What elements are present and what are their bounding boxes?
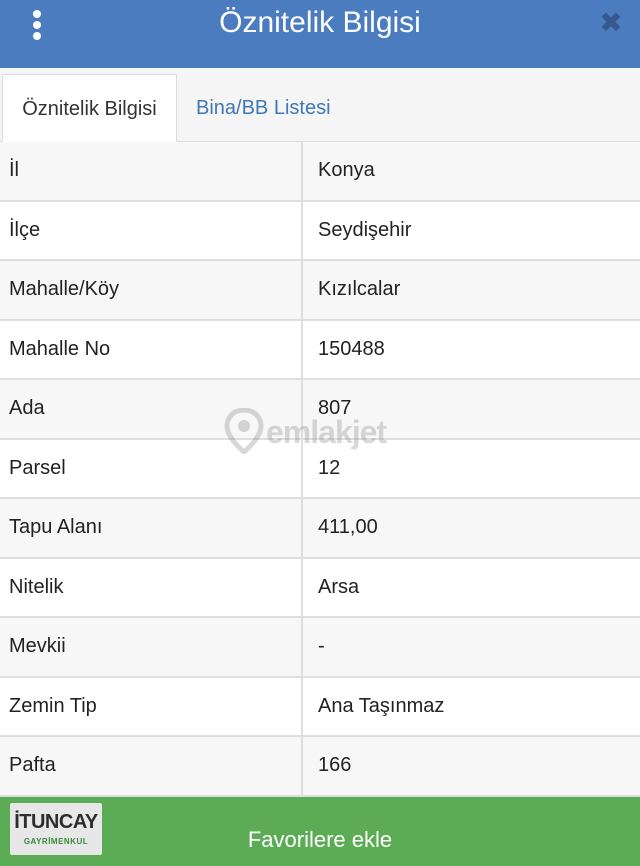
attribute-key: İl	[0, 142, 303, 200]
attribute-key: Ada	[0, 380, 303, 438]
table-row: İlçe Seydişehir	[0, 201, 640, 261]
table-row: Pafta 166	[0, 737, 640, 797]
logo-sub-text: GAYRİMENKUL	[23, 837, 89, 846]
attribute-value: Seydişehir	[318, 218, 412, 241]
attribute-key: Pafta	[0, 737, 303, 795]
tab-bar: Öznitelik Bilgisi Bina/BB Listesi	[0, 68, 640, 142]
attribute-value: 150488	[318, 337, 385, 360]
attribute-key: Tapu Alanı	[0, 499, 303, 557]
attribute-key: Zemin Tip	[0, 677, 303, 735]
app-header: Öznitelik Bilgisi ✖	[0, 0, 640, 68]
table-row: İl Konya	[0, 142, 640, 202]
attribute-value: Konya	[318, 159, 375, 182]
attribute-key: Mevkii	[0, 618, 303, 676]
attribute-value: 12	[318, 456, 341, 479]
table-row: Mevkii -	[0, 618, 640, 678]
footer-bar: Favorilere ekle İTUNCAY GAYRİMENKUL	[0, 797, 640, 866]
attribute-key: Mahalle/Köy	[0, 261, 303, 319]
attribute-value: Arsa	[318, 575, 360, 598]
table-row: Mahalle No 150488	[0, 320, 640, 380]
table-row: Zemin Tip Ana Taşınmaz	[0, 677, 640, 737]
attribute-value: 411,00	[318, 516, 378, 539]
tab-attribute-info[interactable]: Öznitelik Bilgisi	[2, 74, 177, 142]
table-row: Tapu Alanı 411,00	[0, 499, 640, 559]
attribute-key: Parsel	[0, 439, 303, 497]
attribute-key: Mahalle No	[0, 320, 303, 378]
table-row: Mahalle/Köy Kızılcalar	[0, 261, 640, 321]
table-row: Parsel 12	[0, 439, 640, 499]
close-icon[interactable]: ✖	[594, 6, 628, 40]
attribute-value: 166	[318, 754, 352, 777]
table-row: Nitelik Arsa	[0, 558, 640, 618]
logo-main-text: İTUNCAY	[14, 811, 98, 833]
attribute-value: Kızılcalar	[318, 278, 401, 301]
tab-building-list[interactable]: Bina/BB Listesi	[186, 74, 341, 142]
table-row: Ada 807	[0, 380, 640, 440]
attribute-value: Ana Taşınmaz	[318, 694, 445, 717]
attribute-value: 807	[318, 397, 352, 420]
attribute-key: İlçe	[0, 201, 303, 259]
attribute-value: -	[318, 635, 325, 658]
company-logo: İTUNCAY GAYRİMENKUL	[10, 803, 102, 855]
page-title: Öznitelik Bilgisi	[219, 6, 421, 39]
attribute-key: Nitelik	[0, 558, 303, 616]
attribute-table: İl Konya İlçe Seydişehir Mahalle/Köy Kız…	[0, 142, 640, 797]
